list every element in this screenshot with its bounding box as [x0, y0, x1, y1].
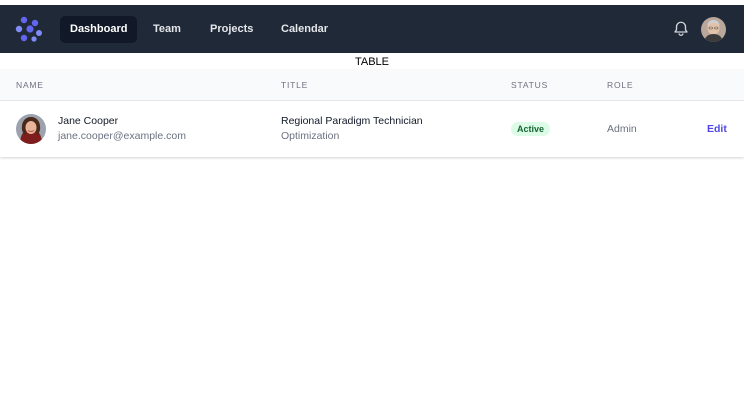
person-role: Admin	[607, 123, 637, 135]
person-name: Jane Cooper	[58, 115, 119, 127]
section-label: TABLE	[354, 56, 390, 68]
column-header-name: NAME	[16, 80, 44, 90]
person-department: Optimization	[281, 130, 340, 142]
user-avatar[interactable]	[701, 17, 726, 42]
top-navbar: Dashboard Team Projects Calendar	[0, 5, 744, 53]
logo-icon[interactable]	[15, 16, 43, 42]
person-title: Regional Paradigm Technician	[281, 115, 423, 127]
table-row: Jane Cooper jane.cooper@example.com Regi…	[0, 102, 744, 157]
column-header-status: STATUS	[511, 80, 549, 90]
edit-link[interactable]: Edit	[707, 123, 727, 135]
nav-item-projects[interactable]: Projects	[200, 16, 263, 43]
table-header: NAME TITLE STATUS ROLE	[0, 70, 744, 101]
nav-item-calendar[interactable]: Calendar	[271, 16, 338, 43]
nav-item-dashboard[interactable]: Dashboard	[60, 16, 138, 43]
column-header-title: TITLE	[281, 80, 309, 90]
status-badge: Active	[511, 122, 551, 136]
column-header-role: ROLE	[607, 80, 634, 90]
avatar	[16, 114, 46, 144]
people-table: NAME TITLE STATUS ROLE Jane Cooper jane.…	[0, 70, 744, 157]
person-email: jane.cooper@example.com	[58, 130, 186, 142]
nav-item-team[interactable]: Team	[143, 16, 191, 43]
bell-icon[interactable]	[672, 20, 690, 38]
